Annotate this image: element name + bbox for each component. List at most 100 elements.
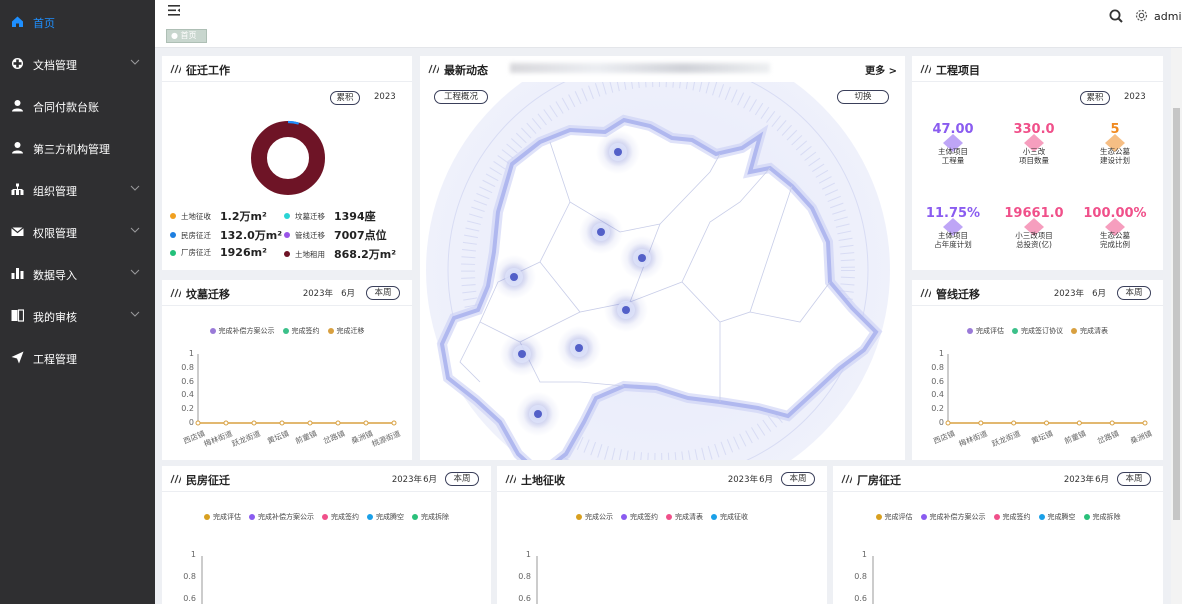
slash-icon — [428, 64, 439, 74]
map-marker[interactable] — [534, 410, 542, 418]
data-point[interactable] — [978, 420, 984, 426]
user-name[interactable]: admi — [1154, 10, 1182, 23]
menu-toggle-icon[interactable] — [168, 5, 180, 16]
data-point[interactable] — [1109, 420, 1115, 426]
tag-home-label: 首页 — [180, 31, 197, 40]
cumulative-pill[interactable]: 累积 — [330, 91, 360, 105]
tag-home[interactable]: ● 首页 — [166, 29, 207, 43]
document-icon — [12, 58, 23, 69]
data-point[interactable] — [363, 420, 369, 426]
relocation-donut — [251, 120, 325, 195]
kpi-label: 主体项目 占年度计划 — [934, 231, 972, 249]
data-point[interactable] — [1011, 420, 1017, 426]
scrollbar[interactable] — [1171, 48, 1182, 604]
relocation-stat: 土地租用 868.2万m² — [284, 246, 396, 262]
region-map[interactable] — [420, 82, 905, 460]
y-tick-label: 0.8 — [518, 572, 531, 581]
sidebar-item-5[interactable]: 权限管理 — [0, 211, 155, 253]
sidebar-item-1[interactable]: 文档管理 — [0, 43, 155, 85]
kpi-value: 100.00% — [1083, 206, 1147, 221]
news-map-panel: 最新动态 更多 > 工程概况 切换 — [420, 56, 905, 460]
sidebar-item-label: 合同付款台账 — [33, 101, 99, 114]
kpi-value: 11.75% — [925, 206, 981, 221]
search-icon[interactable] — [1109, 9, 1123, 23]
sidebar-item-8[interactable]: 工程管理 — [0, 337, 155, 379]
sidebar-item-2[interactable]: 合同付款台账 — [0, 85, 155, 127]
data-point[interactable] — [279, 420, 285, 426]
relocation-panel: 征迁工作 累积 2023 土地征收 1.2万m² 坟墓迁移 1394座 民房征迁 132.… — [162, 56, 412, 270]
kpi-value: 330.0 — [1013, 122, 1055, 137]
map-marker[interactable] — [510, 273, 518, 281]
slash-icon — [920, 64, 931, 74]
stat-label: 厂房征迁 — [181, 248, 211, 257]
map-marker[interactable] — [622, 306, 630, 314]
data-point[interactable] — [251, 420, 257, 426]
data-point[interactable] — [1142, 420, 1148, 426]
data-point[interactable] — [223, 420, 229, 426]
chevron-down-icon — [130, 185, 140, 191]
y-tick-label: 0.2 — [181, 404, 194, 414]
y-tick-label: 1 — [861, 550, 867, 559]
y-tick-label: 1 — [525, 550, 531, 559]
y-tick-label: 1 — [938, 349, 944, 358]
y-tick-label: 0.6 — [181, 376, 194, 386]
chevron-down-icon — [130, 311, 140, 317]
y-tick-label: 0 — [188, 418, 194, 427]
project-kpi: 19661.0 小三改项目 总投资(亿) — [1001, 206, 1067, 249]
kpi-label: 主体项目 工程量 — [938, 147, 968, 165]
stat-value: 1394座 — [334, 210, 376, 223]
stat-dot — [170, 213, 176, 219]
data-point[interactable] — [335, 420, 341, 426]
y-tick-label: 0.8 — [181, 362, 194, 372]
sidebar-item-6[interactable]: 数据导入 — [0, 253, 155, 295]
sidebar-item-7[interactable]: 我的审核 — [0, 295, 155, 337]
overview-button[interactable]: 工程概况 — [434, 90, 488, 104]
chevron-down-icon — [130, 59, 140, 65]
kpi-label: 生态公墓 建设计划 — [1100, 147, 1130, 165]
sidebar-item-label: 权限管理 — [33, 227, 77, 240]
news-title: 最新动态 — [444, 64, 488, 77]
data-point[interactable] — [1076, 420, 1082, 426]
kpi-label: 小三改 项目数量 — [1019, 147, 1049, 165]
map-marker[interactable] — [614, 148, 622, 156]
map-marker[interactable] — [518, 350, 526, 358]
project-kpi: 100.00% 生态公墓 完成比例 — [1082, 206, 1148, 249]
switch-button[interactable]: 切换 — [837, 90, 889, 104]
chart-plot — [201, 556, 203, 604]
y-tick-label: 0.4 — [931, 390, 944, 400]
projects-year: 2023 — [1124, 92, 1146, 102]
news-ticker[interactable] — [510, 63, 770, 73]
gear-icon[interactable] — [1135, 9, 1148, 22]
data-point[interactable] — [1044, 420, 1049, 426]
projects-panel: 工程项目 累积 2023 47.00 主体项目 工程量 330.0 小三改 项目数量 5… — [912, 56, 1163, 270]
scrollbar-thumb[interactable] — [1173, 108, 1180, 520]
data-point[interactable] — [391, 420, 397, 426]
sidebar-item-4[interactable]: 组织管理 — [0, 169, 155, 211]
relocation-stat: 厂房征迁 1926m² — [170, 246, 267, 259]
relocation-stat: 土地征收 1.2万m² — [170, 208, 267, 224]
stat-label: 管线迁移 — [295, 230, 325, 240]
relocation-year: 2023 — [374, 92, 396, 102]
y-tick-label: 0.8 — [931, 362, 944, 372]
data-point[interactable] — [945, 420, 951, 426]
chart-plot — [536, 556, 538, 604]
sidebar-item-0[interactable]: 首页 — [0, 1, 155, 43]
project-kpi: 47.00 主体项目 工程量 — [920, 122, 986, 165]
data-point[interactable] — [307, 420, 313, 426]
sidebar-item-label: 数据导入 — [33, 269, 77, 282]
sidebar-item-3[interactable]: 第三方机构管理 — [0, 127, 155, 169]
map-marker[interactable] — [597, 228, 605, 236]
project-kpi: 5 生态公墓 建设计划 — [1082, 122, 1148, 165]
more-link[interactable]: 更多 > — [865, 62, 897, 77]
slash-icon — [170, 64, 181, 74]
data-point[interactable] — [195, 420, 201, 426]
stat-dot — [284, 251, 290, 257]
cumulative-pill[interactable]: 累积 — [1080, 91, 1110, 105]
kpi-value: 5 — [1110, 122, 1120, 137]
relocation-stat: 管线迁移 7007点位 — [284, 227, 387, 243]
y-tick-label: 0.4 — [181, 390, 194, 400]
map-marker[interactable] — [575, 344, 583, 352]
review-icon — [11, 309, 24, 322]
factory-panel: 厂房征迁 2023年 6月 本周 完成评估 完成补偿方案公示 完成签约 完成腾空 完成拆除 1 0.… — [833, 466, 1163, 604]
map-marker[interactable] — [638, 254, 646, 262]
